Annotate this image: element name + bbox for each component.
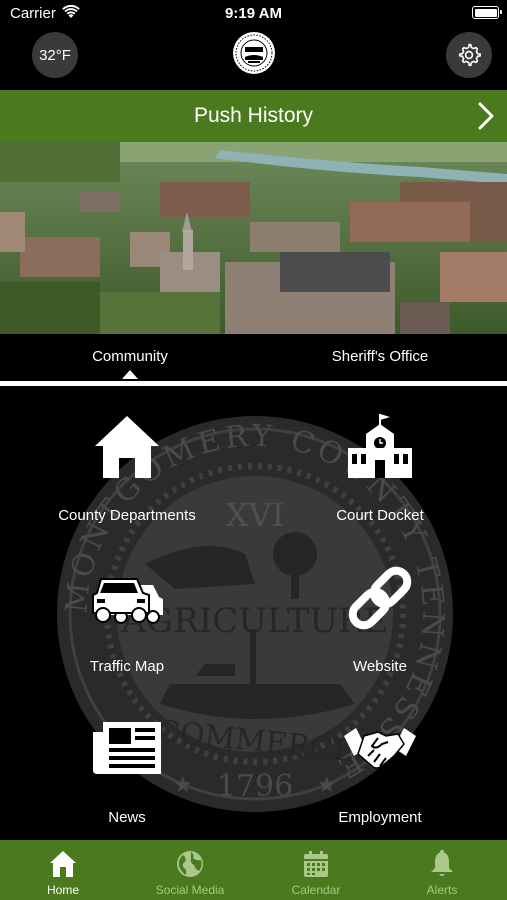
- tile-label: Traffic Map: [89, 658, 165, 675]
- court-docket-tile[interactable]: Court Docket: [280, 394, 480, 524]
- cars-icon: [92, 578, 163, 624]
- chevron-right-icon: [478, 102, 494, 130]
- shortcut-grid: MONTGOMERY COUNTY TENNESSEE XVI AGRICULT…: [0, 386, 507, 840]
- employment-tile[interactable]: Employment: [280, 696, 480, 826]
- website-tile[interactable]: Website: [280, 545, 480, 675]
- tabbar-label: Social Media: [155, 883, 225, 897]
- hero-image: [0, 142, 507, 334]
- calendar-icon: [304, 851, 328, 877]
- bottom-tab-bar: Home Social Media Calendar Alerts: [0, 840, 507, 900]
- tab-community[interactable]: Community: [0, 348, 260, 365]
- battery-icon: [472, 6, 502, 19]
- gear-icon: [458, 43, 481, 67]
- settings-button[interactable]: [446, 32, 492, 78]
- house-icon: [95, 416, 159, 478]
- tile-label: Website: [353, 658, 407, 675]
- newspaper-icon: [93, 722, 161, 774]
- news-tile[interactable]: News: [27, 696, 227, 826]
- segment-tabs: Community Sheriff's Office: [0, 334, 507, 382]
- link-icon: [348, 566, 412, 630]
- globe-icon: [177, 851, 203, 877]
- tabbar-calendar[interactable]: Calendar: [253, 840, 379, 900]
- handshake-icon: [344, 728, 416, 769]
- temperature-label: 32°F: [39, 46, 71, 64]
- tile-label: News: [108, 809, 146, 826]
- tile-label: Employment: [338, 809, 422, 826]
- tabbar-label: Calendar: [291, 883, 341, 897]
- tile-label: County Departments: [58, 507, 196, 524]
- app-header: 32°F: [0, 28, 507, 90]
- courthouse-icon: [348, 414, 412, 478]
- temperature-button[interactable]: 32°F: [32, 32, 78, 78]
- seal-numeral: XVI: [226, 496, 285, 534]
- county-seal-logo: [233, 32, 275, 74]
- tabbar-alerts[interactable]: Alerts: [379, 840, 505, 900]
- traffic-map-tile[interactable]: Traffic Map: [27, 545, 227, 675]
- tile-label: Court Docket: [336, 507, 424, 524]
- tab-sheriffs-office[interactable]: Sheriff's Office: [253, 348, 507, 365]
- push-history-label: Push History: [193, 104, 314, 127]
- push-history-banner[interactable]: Push History: [0, 90, 507, 142]
- tab-selected-indicator: [122, 370, 138, 379]
- tabbar-label: Alerts: [426, 883, 458, 897]
- bell-icon: [431, 850, 453, 876]
- county-departments-tile[interactable]: County Departments: [27, 394, 227, 524]
- tabbar-label: Home: [46, 883, 79, 897]
- home-icon: [50, 851, 76, 877]
- status-bar: Carrier 9:19 AM: [0, 0, 507, 28]
- tabbar-home[interactable]: Home: [0, 840, 126, 900]
- tabbar-social-media[interactable]: Social Media: [127, 840, 253, 900]
- clock: 9:19 AM: [225, 5, 282, 22]
